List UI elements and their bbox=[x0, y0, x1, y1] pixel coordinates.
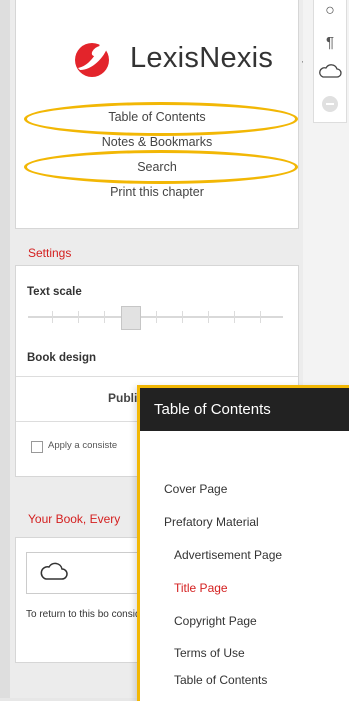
settings-title: Settings bbox=[28, 246, 72, 260]
your-book-title: Your Book, Every bbox=[28, 512, 121, 526]
apply-consistent-label: Apply a consiste bbox=[48, 440, 118, 451]
cloud-icon bbox=[40, 562, 68, 580]
menu-print-chapter[interactable]: Print this chapter bbox=[16, 185, 298, 199]
toc-header: Table of Contents bbox=[140, 388, 349, 431]
left-edge-stripe bbox=[0, 0, 10, 698]
tool-strip: ○ ¶ bbox=[313, 0, 347, 123]
menu-notes-bookmarks[interactable]: Notes & Bookmarks bbox=[16, 135, 298, 149]
circle-icon[interactable]: ○ bbox=[314, 2, 346, 20]
apply-consistent-checkbox[interactable] bbox=[31, 441, 43, 453]
lexisnexis-logo: LexisNexis · bbox=[68, 40, 305, 80]
menu-table-of-contents[interactable]: Table of Contents bbox=[16, 110, 298, 124]
toc-panel: Table of Contents Cover Page Prefatory M… bbox=[137, 385, 349, 701]
logo-sphere-icon bbox=[75, 43, 109, 77]
toc-item-cover-page[interactable]: Cover Page bbox=[164, 482, 227, 496]
cloud-icon[interactable] bbox=[314, 62, 346, 82]
toc-item-prefatory-material[interactable]: Prefatory Material bbox=[164, 515, 259, 529]
brand-name: LexisNexis bbox=[130, 42, 274, 74]
cloud-save-button[interactable] bbox=[26, 552, 82, 594]
slider-tick bbox=[156, 311, 157, 323]
text-scale-thumb[interactable] bbox=[121, 306, 141, 330]
slider-tick bbox=[260, 311, 261, 323]
menu-search[interactable]: Search bbox=[16, 160, 298, 174]
toc-item-copyright-page[interactable]: Copyright Page bbox=[174, 614, 257, 628]
pilcrow-icon[interactable]: ¶ bbox=[314, 34, 346, 51]
slider-tick bbox=[208, 311, 209, 323]
book-design-value: Publi bbox=[108, 391, 138, 405]
logo-menu-card: LexisNexis · Table of Contents Notes & B… bbox=[15, 0, 305, 229]
toc-item-title-page[interactable]: Title Page bbox=[174, 581, 228, 595]
toc-header-title: Table of Contents bbox=[154, 401, 271, 418]
slider-tick bbox=[78, 311, 79, 323]
slider-tick bbox=[52, 311, 53, 323]
toc-item-terms-of-use[interactable]: Terms of Use bbox=[174, 646, 245, 660]
toc-item-advertisement-page[interactable]: Advertisement Page bbox=[174, 548, 282, 562]
slider-tick bbox=[234, 311, 235, 323]
toc-item-table-of-contents[interactable]: Table of Contents bbox=[174, 673, 267, 687]
book-design-label: Book design bbox=[27, 352, 97, 364]
slider-tick bbox=[104, 311, 105, 323]
slider-tick bbox=[182, 311, 183, 323]
minus-icon[interactable] bbox=[314, 94, 346, 114]
text-scale-label: Text scale bbox=[27, 286, 82, 298]
